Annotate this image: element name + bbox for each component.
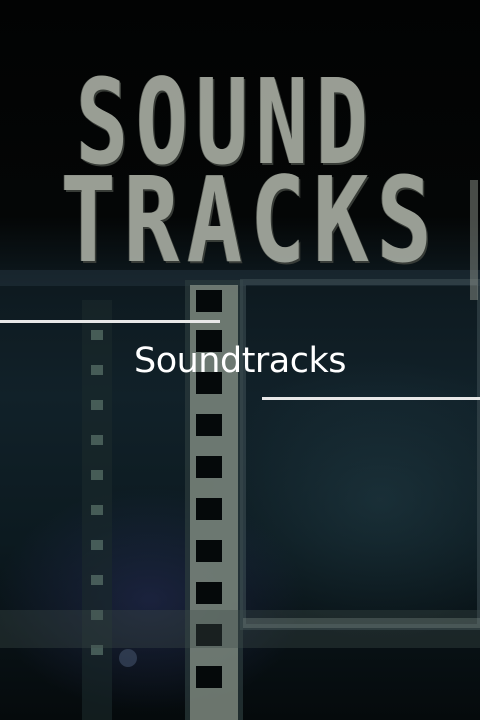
page-title: Soundtracks xyxy=(133,341,347,381)
top-divider xyxy=(0,320,220,323)
cover-title-line-2: TRACKS xyxy=(60,151,440,289)
bottom-divider xyxy=(262,397,480,400)
soundtracks-screen: SOUND TRACKS Soundtracks xyxy=(0,0,480,720)
